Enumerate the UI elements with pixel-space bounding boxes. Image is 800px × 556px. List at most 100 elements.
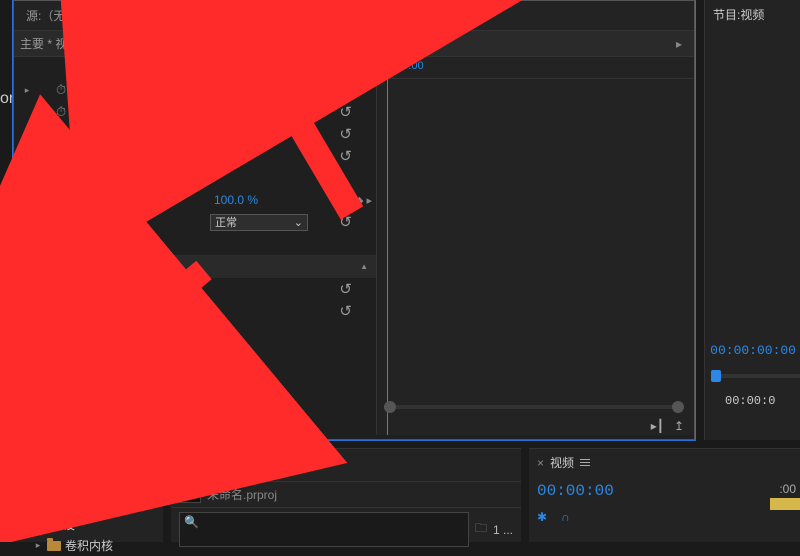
bin-icon[interactable]: 🗀 bbox=[475, 519, 487, 540]
panel-menu-icon[interactable] bbox=[252, 462, 262, 469]
effect-controls-panel: 源:（无剪辑） 效果控件 主要 * 视频.mp4 ⌄ 视频 * 视频.m ▸ ✓… bbox=[13, 0, 695, 440]
uniform-scale-label: 等比缩 bbox=[218, 60, 254, 77]
audio-section-header[interactable]: 音频 ▲ bbox=[14, 255, 376, 278]
tab-source[interactable]: 源:（无剪辑） bbox=[24, 1, 103, 30]
reset-icon[interactable]: ↺ bbox=[339, 213, 352, 231]
clip-link[interactable]: 视频 * 视频.m bbox=[124, 35, 197, 52]
panel-menu-icon[interactable] bbox=[580, 459, 590, 466]
fx-badge-icon[interactable]: fx bbox=[36, 283, 50, 295]
program-playhead[interactable] bbox=[711, 370, 721, 382]
timeline-scrollbar[interactable] bbox=[384, 401, 684, 413]
expand-arrow[interactable]: ▸ bbox=[22, 195, 32, 206]
program-monitor-panel: 节目:视频 00:00:00:00 00:00:0 bbox=[704, 0, 800, 440]
panel-menu-icon[interactable] bbox=[193, 17, 203, 24]
play-only-icon[interactable]: ▸┃ bbox=[651, 419, 664, 433]
opacity-value[interactable]: 100.0 % bbox=[214, 193, 258, 207]
flicker-label: 防闪烁滤镜 bbox=[74, 126, 134, 143]
expand-arrow[interactable]: ▸ bbox=[22, 239, 32, 250]
project-thumb bbox=[179, 487, 201, 503]
scrollbar-knob-right[interactable] bbox=[672, 401, 684, 413]
expand-arrow[interactable]: ▸ bbox=[22, 306, 32, 317]
fx-badge-icon[interactable]: fx bbox=[36, 327, 50, 339]
blend-mode-label: 混合模式 bbox=[76, 214, 124, 231]
effects-search[interactable]: 🔍 ✕ bbox=[19, 488, 157, 508]
rotation-value[interactable]: 0.0 bbox=[214, 83, 231, 97]
sequence-timecode[interactable]: 00:00:00 bbox=[529, 476, 800, 506]
sequence-tab[interactable]: 视频 bbox=[550, 454, 574, 471]
program-timecode[interactable]: 00:00:00:00 bbox=[710, 343, 796, 358]
master-clip-label[interactable]: 主要 * 视频.mp4 bbox=[20, 35, 106, 52]
folder-icon bbox=[33, 520, 47, 530]
blend-mode-dropdown[interactable]: 正常 ⌄ bbox=[210, 214, 308, 231]
tree-presets[interactable]: ⌄ 预设 bbox=[13, 514, 163, 535]
search-icon: 🔍 bbox=[184, 515, 199, 529]
effects-search-input[interactable] bbox=[43, 491, 123, 505]
magnet-icon[interactable]: ∩ bbox=[561, 510, 570, 524]
program-tab[interactable]: 节目:视频 bbox=[705, 0, 800, 29]
opacity-label[interactable]: 不透明度 bbox=[74, 192, 130, 209]
tools-tab[interactable]: 工具 bbox=[272, 457, 296, 474]
folder-icon bbox=[47, 541, 61, 551]
snap-icon[interactable]: ✱ bbox=[537, 510, 547, 524]
chevron-down-icon[interactable]: ⌄ bbox=[110, 37, 120, 51]
reset-icon[interactable]: ↺ bbox=[339, 81, 352, 99]
expand-arrow[interactable]: ▸ bbox=[22, 85, 32, 96]
project-name: 未命名.prproj bbox=[207, 486, 277, 503]
effect-timeline[interactable]: ;00:00 bbox=[377, 57, 694, 435]
expand-arrow[interactable]: ▸ bbox=[22, 129, 32, 140]
reset-icon[interactable]: ↺ bbox=[339, 302, 352, 320]
reset-icon[interactable]: ↺ bbox=[339, 280, 352, 298]
tab-effect-controls-label: 效果控件 bbox=[135, 7, 183, 21]
panner-label: 声像器 bbox=[54, 325, 90, 342]
play-icon[interactable]: ▸ bbox=[676, 37, 682, 51]
presets-label: 预设 bbox=[51, 516, 75, 533]
anchor-y-value[interactable]: 240.0 bbox=[264, 105, 294, 119]
clip-fragment[interactable] bbox=[770, 498, 800, 510]
search-icon: 🔍 bbox=[24, 491, 39, 505]
fx-badge-icon[interactable]: fx bbox=[36, 238, 50, 250]
close-tab-icon[interactable]: × bbox=[537, 456, 544, 470]
fx-badge-icon[interactable]: fx bbox=[36, 150, 50, 162]
stopwatch-icon[interactable]: ⏱ bbox=[56, 126, 70, 142]
reset-icon[interactable]: ↺ bbox=[339, 147, 352, 165]
fx-badge-icon[interactable]: fx bbox=[36, 305, 50, 317]
flicker-value[interactable]: 0.00 bbox=[214, 127, 237, 141]
export-icon[interactable]: ↥ bbox=[674, 419, 684, 433]
stopwatch-icon[interactable]: ⏱ bbox=[56, 104, 70, 120]
current-timecode[interactable]: 00:00:00:00 bbox=[22, 418, 108, 433]
chevron-down-icon: ⌄ bbox=[294, 216, 303, 229]
project-tab[interactable]: 项目:未命名 bbox=[179, 454, 242, 476]
playhead[interactable] bbox=[387, 57, 388, 435]
tree-kernel[interactable]: ▸ 卷积内核 bbox=[13, 535, 163, 556]
effects-tab[interactable]: 效果 bbox=[21, 454, 45, 476]
stopwatch-icon[interactable]: ⏱ bbox=[56, 82, 70, 98]
opacity-fx-label: 不透明度 bbox=[54, 148, 102, 165]
clear-search-icon[interactable]: ✕ bbox=[127, 491, 137, 505]
tab-effect-controls[interactable]: 效果控件 bbox=[133, 0, 204, 32]
program-timecode-2: 00:00:0 bbox=[725, 394, 775, 408]
expand-arrow[interactable]: ▸ bbox=[22, 328, 32, 339]
reset-icon[interactable]: ↺ bbox=[339, 125, 352, 143]
reset-icon[interactable]: ↺ bbox=[339, 59, 352, 77]
collapse-arrow[interactable]: ⌄ bbox=[19, 519, 29, 530]
scrollbar-knob-left[interactable] bbox=[384, 401, 396, 413]
expand-arrow[interactable]: ▸ bbox=[22, 284, 32, 295]
volume-label: 音量 bbox=[54, 281, 78, 298]
pen-mask-icon[interactable]: ✎ bbox=[112, 170, 123, 186]
blend-mode-value: 正常 bbox=[215, 214, 237, 230]
reset-icon[interactable]: ↺ bbox=[339, 191, 352, 209]
program-playbar[interactable] bbox=[713, 374, 800, 378]
reset-icon[interactable]: ↺ bbox=[339, 103, 352, 121]
collapse-arrow[interactable]: ⌄ bbox=[22, 151, 32, 162]
timeline-ruler[interactable]: ;00:00 bbox=[377, 57, 694, 79]
stopwatch-icon[interactable]: ⏱ bbox=[56, 192, 70, 208]
panel-menu-icon[interactable] bbox=[55, 462, 65, 469]
rect-mask-icon[interactable] bbox=[96, 173, 108, 184]
anchor-label: 锚点 bbox=[74, 104, 98, 121]
uniform-scale-checkbox[interactable]: ✓ bbox=[202, 62, 214, 74]
ellipse-mask-icon[interactable] bbox=[78, 173, 92, 184]
project-panel: 项目:未命名 工具 未命名.prproj 🔍 🗀 1 ... bbox=[171, 448, 521, 542]
anchor-x-value[interactable]: 426.0 bbox=[214, 105, 244, 119]
effects-panel: 效果 🔍 ✕ ⌄ 预设 ▸ 卷积内核 bbox=[13, 448, 163, 542]
sequence-panel: × 视频 00:00:00 ✱ ∩ bbox=[529, 448, 800, 542]
